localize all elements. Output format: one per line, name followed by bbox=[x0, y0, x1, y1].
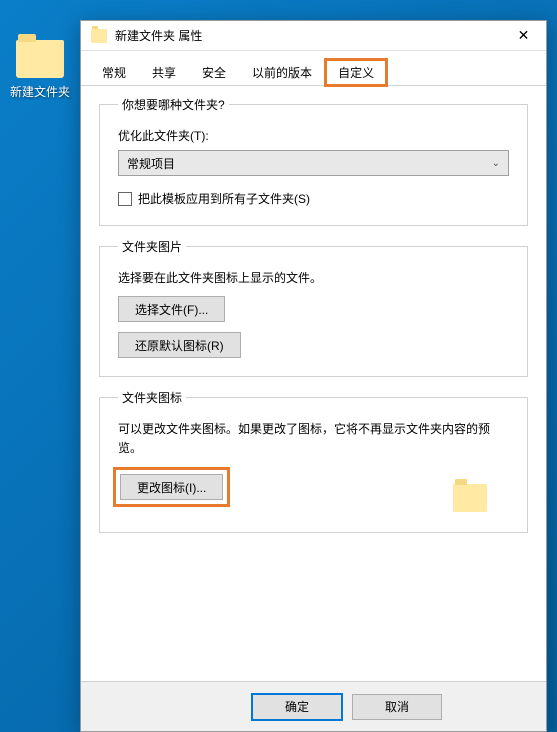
chevron-down-icon: ⌄ bbox=[492, 158, 500, 169]
desktop-folder-icon[interactable]: 新建文件夹 bbox=[5, 40, 75, 100]
change-icon-highlight: 更改图标(I)... bbox=[118, 472, 225, 502]
optimize-dropdown-value: 常规项目 bbox=[127, 155, 175, 172]
optimize-dropdown[interactable]: 常规项目 ⌄ bbox=[118, 150, 509, 176]
folder-icon bbox=[16, 40, 64, 78]
dialog-title: 新建文件夹 属性 bbox=[115, 27, 501, 44]
folder-picture-legend: 文件夹图片 bbox=[118, 238, 186, 255]
tab-security[interactable]: 安全 bbox=[189, 59, 239, 85]
tab-previous-versions[interactable]: 以前的版本 bbox=[239, 59, 325, 85]
dialog-footer: 确定 取消 bbox=[81, 681, 546, 731]
folder-type-group: 你想要哪种文件夹? 优化此文件夹(T): 常规项目 ⌄ 把此模板应用到所有子文件… bbox=[99, 96, 528, 226]
titlebar: 新建文件夹 属性 ✕ bbox=[81, 21, 546, 51]
folder-icon-preview bbox=[453, 484, 487, 512]
change-icon-button[interactable]: 更改图标(I)... bbox=[120, 474, 223, 500]
desktop-folder-label: 新建文件夹 bbox=[5, 83, 75, 100]
folder-picture-desc: 选择要在此文件夹图标上显示的文件。 bbox=[118, 269, 509, 286]
folder-icon-desc: 可以更改文件夹图标。如果更改了图标，它将不再显示文件夹内容的预览。 bbox=[118, 420, 509, 458]
choose-file-button[interactable]: 选择文件(F)... bbox=[118, 296, 225, 322]
folder-picture-group: 文件夹图片 选择要在此文件夹图标上显示的文件。 选择文件(F)... 还原默认图… bbox=[99, 238, 528, 377]
apply-template-label: 把此模板应用到所有子文件夹(S) bbox=[138, 190, 310, 207]
apply-template-row: 把此模板应用到所有子文件夹(S) bbox=[118, 190, 509, 207]
optimize-label: 优化此文件夹(T): bbox=[118, 127, 509, 144]
tab-sharing[interactable]: 共享 bbox=[139, 59, 189, 85]
tab-general[interactable]: 常规 bbox=[89, 59, 139, 85]
apply-template-checkbox[interactable] bbox=[118, 192, 132, 206]
ok-button[interactable]: 确定 bbox=[252, 694, 342, 720]
cancel-button[interactable]: 取消 bbox=[352, 694, 442, 720]
folder-type-legend: 你想要哪种文件夹? bbox=[118, 96, 229, 113]
tab-customize[interactable]: 自定义 bbox=[325, 59, 387, 86]
tab-content: 你想要哪种文件夹? 优化此文件夹(T): 常规项目 ⌄ 把此模板应用到所有子文件… bbox=[81, 86, 546, 555]
close-button[interactable]: ✕ bbox=[501, 21, 546, 51]
properties-dialog: 新建文件夹 属性 ✕ 常规 共享 安全 以前的版本 自定义 你想要哪种文件夹? … bbox=[80, 20, 547, 732]
restore-default-button[interactable]: 还原默认图标(R) bbox=[118, 332, 241, 358]
folder-icon-group: 文件夹图标 可以更改文件夹图标。如果更改了图标，它将不再显示文件夹内容的预览。 … bbox=[99, 389, 528, 533]
tab-bar: 常规 共享 安全 以前的版本 自定义 bbox=[81, 51, 546, 86]
title-folder-icon bbox=[91, 29, 107, 43]
folder-icon-legend: 文件夹图标 bbox=[118, 389, 186, 406]
